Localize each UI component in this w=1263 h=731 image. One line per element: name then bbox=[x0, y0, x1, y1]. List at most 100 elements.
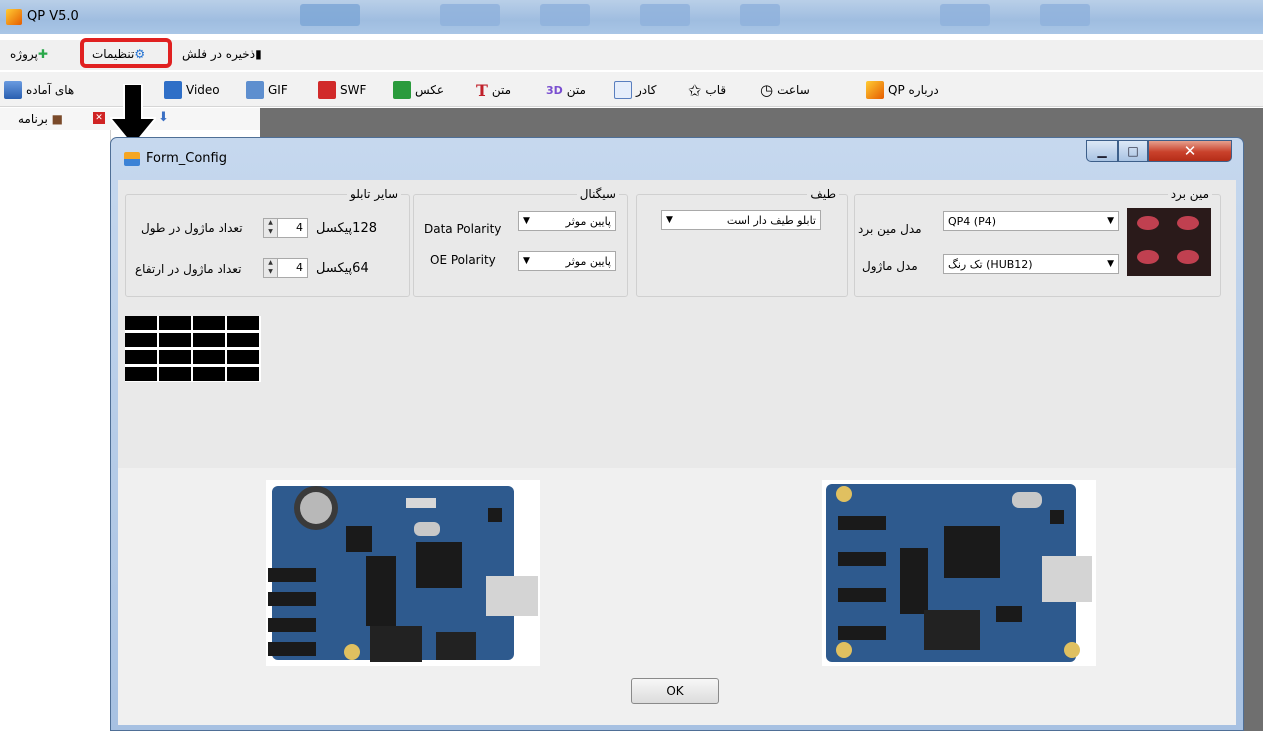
about-icon bbox=[866, 81, 884, 99]
tool-about[interactable]: درباره QP bbox=[866, 78, 939, 102]
app-title: QP V5.0 bbox=[27, 9, 79, 24]
clock-icon: ◷ bbox=[760, 81, 774, 99]
chevron-down-icon: ▼ bbox=[1107, 216, 1114, 226]
group-mainboard-legend: مین برد bbox=[1170, 187, 1209, 201]
tool-about-label: درباره QP bbox=[888, 83, 939, 97]
module-width-value[interactable]: 4 bbox=[278, 218, 308, 238]
down-arrow-icon[interactable]: ⬇ bbox=[158, 110, 169, 125]
tool-text-label: متن bbox=[491, 83, 512, 97]
minimize-button[interactable]: ▁ bbox=[1086, 140, 1118, 162]
taskbar-thumbnail bbox=[640, 4, 690, 26]
menu-save-flash[interactable]: ▮ذخیره در فلش bbox=[182, 47, 262, 61]
star-icon: ✩ bbox=[688, 80, 702, 100]
group-spectrum: طیف bbox=[636, 187, 848, 297]
stepper-buttons[interactable]: ▲ ▼ bbox=[263, 258, 278, 278]
module-model-label: مدل ماژول bbox=[862, 259, 918, 273]
spectrum-value: تابلو طیف دار است bbox=[726, 213, 816, 227]
group-signal-legend: سیگنال bbox=[579, 187, 616, 201]
frame-icon bbox=[614, 81, 632, 99]
group-spectrum-legend: طیف bbox=[810, 187, 836, 201]
chevron-down-icon: ▼ bbox=[523, 256, 530, 266]
oe-polarity-select[interactable]: ▼ پایین موثر bbox=[518, 251, 616, 271]
maximize-button[interactable]: □ bbox=[1118, 140, 1148, 162]
p4-board-image bbox=[822, 480, 1096, 666]
chevron-down-icon: ▼ bbox=[523, 216, 530, 226]
stepper-buttons[interactable]: ▲ ▼ bbox=[263, 218, 278, 238]
app-titlebar bbox=[0, 0, 1263, 34]
tool-clock[interactable]: ◷ ساعت bbox=[760, 78, 810, 102]
clapper-icon bbox=[4, 81, 22, 99]
tool-clock-label: ساعت bbox=[777, 83, 810, 97]
module-height-label: تعداد ماژول در ارتفاع bbox=[135, 262, 242, 276]
tool-video[interactable]: Video bbox=[164, 78, 220, 102]
group-other-legend: سایر تابلو bbox=[350, 187, 398, 201]
mainboard-model-value: QP4 (P4) bbox=[948, 214, 997, 228]
dialog-title: Form_Config bbox=[146, 151, 227, 166]
tool-photo-label: عکس bbox=[415, 83, 445, 97]
width-pixels-label: 128پیکسل bbox=[316, 221, 377, 236]
box-icon: ■ bbox=[51, 112, 63, 126]
chevron-down-icon: ▼ bbox=[666, 215, 673, 225]
module-grid-preview bbox=[125, 316, 261, 382]
taskbar-thumbnail bbox=[940, 4, 990, 26]
menu-project-label: پروژه bbox=[10, 47, 38, 61]
video-icon bbox=[164, 81, 182, 99]
data-polarity-label: Data Polarity bbox=[424, 222, 502, 236]
text-icon: T bbox=[476, 80, 488, 100]
group-other-board: سایر تابلو bbox=[125, 187, 410, 297]
module-model-select[interactable]: (HUB12) تک رنگ ▼ bbox=[943, 254, 1119, 274]
usb-icon: ▮ bbox=[255, 47, 262, 61]
close-button[interactable]: ✕ bbox=[1148, 140, 1232, 162]
data-polarity-select[interactable]: ▼ پایین موثر bbox=[518, 211, 616, 231]
program-tab[interactable]: ■ برنامه bbox=[18, 112, 63, 126]
taskbar-thumbnail bbox=[440, 4, 500, 26]
gif-icon bbox=[246, 81, 264, 99]
height-pixels-label: 64پیکسل bbox=[316, 261, 369, 276]
led-module-image bbox=[1127, 208, 1211, 276]
oe-polarity-value: پایین موثر bbox=[565, 254, 611, 268]
text-3d-icon: 3D bbox=[546, 83, 563, 97]
module-height-value[interactable]: 4 bbox=[278, 258, 308, 278]
swf-icon bbox=[318, 81, 336, 99]
app-logo-icon bbox=[6, 9, 22, 25]
program-panel bbox=[0, 130, 111, 731]
chevron-down-icon: ▼ bbox=[1107, 259, 1114, 269]
project-icon: ✚ bbox=[37, 47, 48, 61]
module-width-stepper[interactable]: ▲ ▼ 4 bbox=[263, 218, 308, 238]
settings-highlight-box bbox=[80, 38, 172, 68]
tool-ready-label: های آماده bbox=[26, 83, 75, 97]
delete-icon[interactable]: ✕ bbox=[93, 112, 105, 124]
group-signal: سیگنال bbox=[413, 187, 628, 297]
module-width-label: تعداد ماژول در طول bbox=[141, 221, 243, 235]
photo-icon bbox=[393, 81, 411, 99]
tool-frame-label: کادر bbox=[636, 83, 657, 97]
tool-swf[interactable]: SWF bbox=[318, 78, 366, 102]
tool-ready[interactable]: های آماده bbox=[4, 78, 74, 102]
form-icon bbox=[124, 152, 140, 166]
tool-text3d[interactable]: 3D متن bbox=[546, 78, 586, 102]
program-label: برنامه bbox=[18, 112, 48, 126]
tool-text[interactable]: T متن bbox=[476, 78, 511, 102]
tool-shape[interactable]: ✩ قاب bbox=[688, 78, 726, 102]
tool-photo[interactable]: عکس bbox=[393, 78, 444, 102]
tool-gif-label: GIF bbox=[268, 83, 288, 97]
tool-swf-label: SWF bbox=[340, 83, 367, 97]
data-polarity-value: پایین موثر bbox=[565, 214, 611, 228]
module-height-stepper[interactable]: ▲ ▼ 4 bbox=[263, 258, 308, 278]
menu-save-flash-label: ذخیره در فلش bbox=[182, 47, 256, 61]
ok-button[interactable]: OK bbox=[631, 678, 719, 704]
qp4-board-image bbox=[266, 480, 540, 666]
taskbar-thumbnail bbox=[300, 4, 360, 26]
tool-frame[interactable]: کادر bbox=[614, 78, 657, 102]
module-model-value: (HUB12) تک رنگ bbox=[948, 257, 1033, 271]
mainboard-model-label: مدل مین برد bbox=[858, 222, 922, 236]
mainboard-model-select[interactable]: QP4 (P4) ▼ bbox=[943, 211, 1119, 231]
tool-gif[interactable]: GIF bbox=[246, 78, 288, 102]
tool-shape-label: قاب bbox=[705, 83, 727, 97]
tool-video-label: Video bbox=[186, 83, 220, 97]
oe-polarity-label: OE Polarity bbox=[430, 253, 496, 267]
taskbar-thumbnail bbox=[540, 4, 590, 26]
spectrum-select[interactable]: ▼ تابلو طیف دار است bbox=[661, 210, 821, 230]
menu-project[interactable]: ✚پروژه bbox=[10, 47, 48, 61]
taskbar-thumbnail bbox=[1040, 4, 1090, 26]
